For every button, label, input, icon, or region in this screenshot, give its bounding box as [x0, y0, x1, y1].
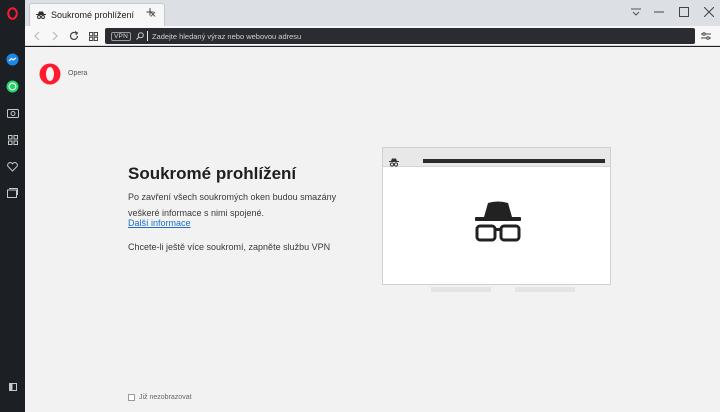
sidebar	[0, 0, 25, 412]
text-cursor	[146, 31, 148, 41]
camera-icon[interactable]	[0, 102, 25, 124]
search-icon	[136, 32, 144, 40]
forward-icon[interactable]	[47, 28, 63, 44]
private-mode-icon	[36, 6, 46, 24]
back-icon[interactable]	[29, 28, 45, 44]
opera-menu-icon[interactable]	[0, 2, 25, 24]
illustration-shadow	[515, 287, 575, 292]
whatsapp-icon[interactable]	[0, 75, 25, 97]
speed-dial-icon[interactable]	[85, 28, 101, 44]
maximize-icon[interactable]	[676, 4, 692, 20]
reload-icon[interactable]	[66, 28, 82, 44]
tab-label: Soukromé prohlížení	[51, 10, 135, 20]
private-mode-icon	[389, 154, 399, 167]
new-tab-button[interactable]: +	[143, 5, 157, 20]
heart-icon[interactable]	[0, 156, 25, 178]
page-title: Soukromé prohlížení	[128, 164, 297, 183]
dont-show-label: Již nezobrazovat	[139, 394, 192, 401]
minimize-icon[interactable]	[651, 4, 667, 20]
address-input[interactable]	[151, 29, 695, 43]
vpn-badge[interactable]: VPN	[111, 31, 131, 41]
address-bar[interactable]: VPN	[105, 28, 695, 44]
sidebar-toggle-icon[interactable]	[0, 376, 25, 398]
more-info-link[interactable]: Další informace	[128, 218, 191, 228]
tab-strip: Soukromé prohlížení × +	[25, 0, 720, 26]
close-window-icon[interactable]	[701, 4, 717, 20]
illustration-address-line	[423, 159, 605, 163]
easy-setup-icon[interactable]	[699, 29, 713, 43]
history-icon[interactable]	[0, 182, 25, 204]
opera-brand-label: Opera	[68, 70, 88, 77]
dont-show-again[interactable]: Již nezobrazovat	[128, 394, 192, 401]
illustration-tabbar	[383, 148, 610, 167]
tab-menu-icon[interactable]	[628, 4, 644, 20]
address-toolbar: VPN	[25, 26, 720, 46]
illustration-shadow	[431, 287, 491, 292]
messenger-icon[interactable]	[0, 48, 25, 70]
opera-logo-icon	[39, 63, 61, 85]
description-text: Po zavření všech soukromých oken budou s…	[128, 192, 337, 218]
grid-icon[interactable]	[0, 129, 25, 151]
vpn-hint-text: Chcete-li ještě více soukromí, zapněte s…	[128, 242, 331, 252]
incognito-spy-icon	[473, 200, 523, 244]
private-page: Opera Soukromé prohlížení Po zavření vše…	[25, 47, 720, 412]
private-browser-illustration	[382, 147, 611, 285]
dont-show-checkbox[interactable]	[128, 394, 135, 401]
